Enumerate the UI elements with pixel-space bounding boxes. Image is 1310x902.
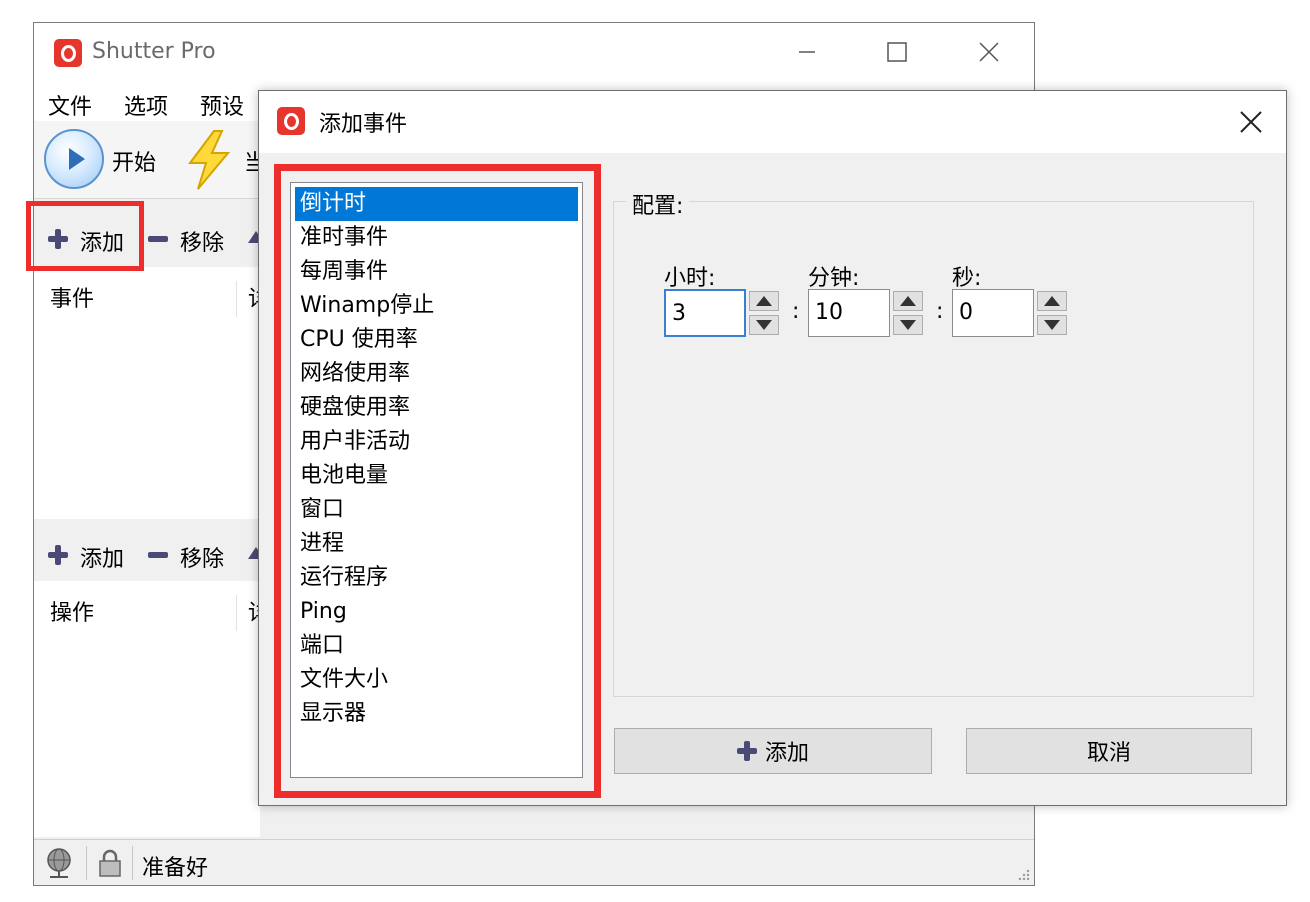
event-item-monitor[interactable]: 显示器 bbox=[295, 697, 578, 731]
dialog-add-label: 添加 bbox=[764, 741, 809, 766]
menu-presets[interactable]: 预设 bbox=[200, 89, 244, 121]
column-divider bbox=[236, 281, 237, 317]
minutes-up-arrow-icon[interactable] bbox=[893, 291, 923, 311]
menu-file[interactable]: 文件 bbox=[48, 89, 92, 121]
seconds-up-arrow-icon[interactable] bbox=[1037, 291, 1067, 311]
event-item-run-program[interactable]: 运行程序 bbox=[295, 561, 578, 595]
actions-remove-button[interactable]: 移除 bbox=[180, 541, 224, 573]
event-item-winamp-stop[interactable]: Winamp停止 bbox=[295, 289, 578, 323]
status-text: 准备好 bbox=[142, 856, 209, 881]
globe-icon bbox=[47, 848, 71, 878]
seconds-label: 秒: bbox=[952, 266, 982, 291]
event-item-process[interactable]: 进程 bbox=[295, 527, 578, 561]
maximize-icon bbox=[887, 42, 907, 62]
minutes-input[interactable]: 10 bbox=[808, 289, 890, 337]
menu-options[interactable]: 选项 bbox=[124, 89, 168, 121]
event-item-countdown[interactable]: 倒计时 bbox=[295, 187, 578, 221]
seconds-input[interactable]: 0 bbox=[952, 289, 1034, 337]
event-item-network-usage[interactable]: 网络使用率 bbox=[295, 357, 578, 391]
actions-add-button[interactable]: 添加 bbox=[80, 541, 124, 573]
event-item-ping[interactable]: Ping bbox=[295, 595, 578, 629]
column-divider bbox=[236, 595, 237, 631]
dialog-cancel-button[interactable]: 取消 bbox=[966, 728, 1252, 774]
add-icon bbox=[736, 741, 757, 761]
status-bar: 准备好 bbox=[34, 839, 1034, 885]
actions-list[interactable]: 操作 详 bbox=[34, 581, 270, 837]
lightning-icon[interactable] bbox=[184, 129, 234, 191]
dialog-titlebar: 添加事件 bbox=[259, 91, 1286, 153]
close-icon bbox=[979, 42, 999, 62]
dialog-close-button[interactable] bbox=[1232, 103, 1270, 141]
actions-toolbar: 添加 移除 bbox=[34, 535, 264, 579]
shutter-logo-icon bbox=[54, 39, 82, 67]
start-label[interactable]: 开始 bbox=[112, 145, 156, 177]
event-item-window[interactable]: 窗口 bbox=[295, 493, 578, 527]
event-item-battery[interactable]: 电池电量 bbox=[295, 459, 578, 493]
hours-label: 小时: bbox=[664, 266, 716, 291]
add-icon bbox=[48, 545, 68, 565]
minutes-label: 分钟: bbox=[808, 266, 860, 291]
maximize-button[interactable] bbox=[874, 33, 920, 71]
event-type-list[interactable]: 倒计时 准时事件 每周事件 Winamp停止 CPU 使用率 网络使用率 硬盘使… bbox=[290, 182, 583, 778]
hours-down-arrow-icon[interactable] bbox=[749, 315, 779, 335]
config-label: 配置: bbox=[626, 188, 690, 220]
minutes-down-arrow-icon[interactable] bbox=[893, 315, 923, 335]
hours-input[interactable]: 3 bbox=[664, 289, 746, 337]
event-item-disk-usage[interactable]: 硬盘使用率 bbox=[295, 391, 578, 425]
highlight-box-add bbox=[26, 201, 144, 271]
status-separator bbox=[86, 846, 87, 880]
resize-grip-icon[interactable] bbox=[1016, 867, 1030, 881]
close-button[interactable] bbox=[966, 33, 1012, 71]
dialog-title: 添加事件 bbox=[319, 112, 408, 137]
seconds-down-arrow-icon[interactable] bbox=[1037, 315, 1067, 335]
dialog-cancel-label: 取消 bbox=[1086, 741, 1131, 766]
config-group: 配置: 小时: 3 : 分钟: 10 : 秒: 0 bbox=[613, 188, 1254, 697]
status-separator bbox=[132, 846, 133, 880]
add-event-dialog: 添加事件 倒计时 准时事件 每周事件 Winamp停止 CPU 使用率 网络使用… bbox=[258, 90, 1287, 806]
lock-icon bbox=[99, 849, 121, 877]
shutter-logo-icon bbox=[277, 107, 305, 135]
event-item-port[interactable]: 端口 bbox=[295, 629, 578, 663]
time-separator: : bbox=[792, 299, 800, 324]
event-item-weekly[interactable]: 每周事件 bbox=[295, 255, 578, 289]
dialog-add-button[interactable]: 添加 bbox=[614, 728, 932, 774]
events-list[interactable]: 事件 详 bbox=[34, 267, 270, 519]
event-item-cpu-usage[interactable]: CPU 使用率 bbox=[295, 323, 578, 357]
event-item-file-size[interactable]: 文件大小 bbox=[295, 663, 578, 697]
close-icon bbox=[1240, 111, 1262, 133]
minimize-button[interactable] bbox=[784, 33, 830, 71]
events-remove-button[interactable]: 移除 bbox=[180, 225, 224, 257]
hours-up-arrow-icon[interactable] bbox=[749, 291, 779, 311]
events-col-name[interactable]: 事件 bbox=[50, 281, 94, 313]
actions-col-name[interactable]: 操作 bbox=[50, 595, 94, 627]
event-item-user-inactive[interactable]: 用户非活动 bbox=[295, 425, 578, 459]
remove-icon bbox=[148, 552, 168, 558]
start-play-icon[interactable] bbox=[44, 129, 104, 189]
main-titlebar: Shutter Pro bbox=[34, 23, 1034, 83]
remove-icon bbox=[148, 236, 168, 242]
window-title: Shutter Pro bbox=[92, 39, 216, 64]
minimize-icon bbox=[799, 51, 815, 53]
time-separator: : bbox=[936, 299, 944, 324]
event-item-scheduled[interactable]: 准时事件 bbox=[295, 221, 578, 255]
